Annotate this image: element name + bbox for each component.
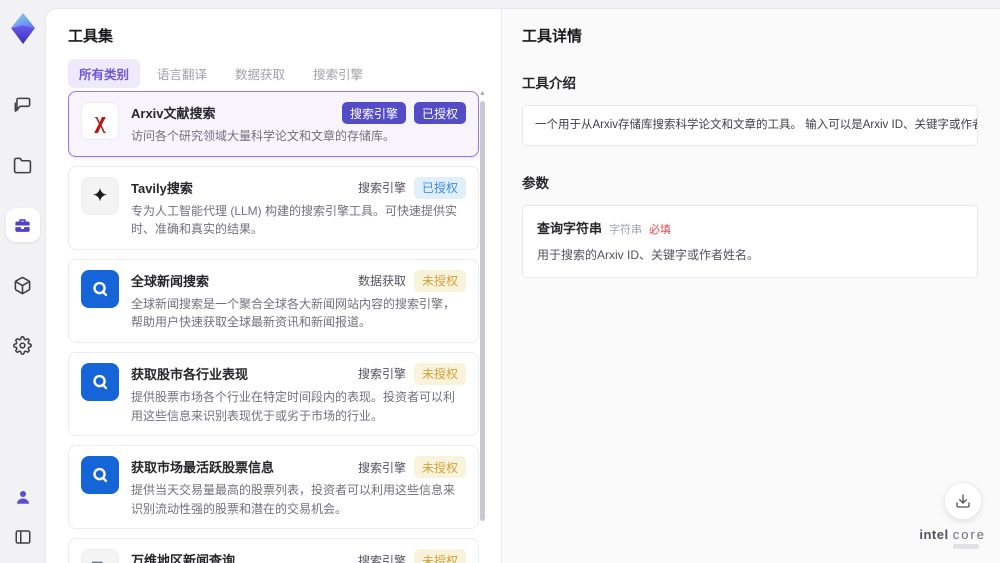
- param-name: 查询字符串: [537, 221, 603, 237]
- scrollbar-thumb[interactable]: [480, 101, 485, 521]
- tool-description: 提供股票市场各个行业在特定时间段内的表现。投资者可以利用这些信息来识别表现优于或…: [131, 389, 456, 423]
- chat-icon[interactable]: [6, 88, 40, 122]
- tab-all-categories[interactable]: 所有类别: [68, 59, 141, 88]
- tool-card-regional-news[interactable]: 万维地区新闻查询 查询具体行政区划内的新闻，快速了解各地新闻动态。 搜索引擎 未…: [68, 538, 479, 563]
- tool-card-arxiv[interactable]: χ Arxiv文献搜索 访问各个研究领域大量科学论文和文章的存储库。 搜索引擎 …: [68, 91, 479, 157]
- param-type: 字符串: [609, 224, 643, 237]
- tool-list-panel: 工具集 所有类别 语言翻译 数据获取 搜索引擎 χ Arxiv文献搜索 访问各个…: [46, 9, 501, 563]
- intel-core-logo: intel core: [919, 527, 986, 549]
- tavily-star-icon: ✦: [81, 176, 119, 215]
- download-icon: [956, 494, 970, 508]
- brand-sub-mark: [953, 544, 980, 549]
- tool-description: 全球新闻搜索是一个聚合全球各大新闻网站内容的搜索引擎，帮助用户快速获取全球最新资…: [131, 296, 456, 330]
- category-tabs: 所有类别 语言翻译 数据获取 搜索引擎: [68, 59, 374, 88]
- tool-description: 访问各个研究领域大量科学论文和文章的存储库。: [131, 129, 396, 143]
- intro-heading: 工具介绍: [522, 76, 576, 91]
- params-heading: 参数: [522, 176, 549, 192]
- app-logo-icon: [8, 12, 38, 46]
- tab-language-translation[interactable]: 语言翻译: [146, 59, 218, 88]
- user-avatar-icon[interactable]: [6, 485, 40, 509]
- category-badge: 搜索引擎: [341, 102, 406, 124]
- arxiv-icon: χ: [81, 102, 119, 140]
- panel-toggle-icon[interactable]: [6, 525, 40, 549]
- tool-card-global-news[interactable]: 全球新闻搜索 全球新闻搜索是一个聚合全球各大新闻网站内容的搜索引擎，帮助用户快速…: [68, 258, 479, 343]
- tool-intro-text: 一个用于从Arxiv存储库搜索科学论文和文章的工具。 输入可以是Arxiv ID…: [522, 105, 978, 147]
- status-badge: 未授权: [413, 269, 466, 292]
- tool-card-list: χ Arxiv文献搜索 访问各个研究领域大量科学论文和文章的存储库。 搜索引擎 …: [68, 91, 479, 563]
- brand-core-text: core: [952, 527, 986, 542]
- detail-title: 工具详情: [522, 28, 583, 45]
- settings-gear-icon[interactable]: [6, 328, 40, 362]
- download-button[interactable]: [944, 482, 982, 520]
- tool-detail-panel: 工具详情 工具介绍 一个用于从Arxiv存储库搜索科学论文和文章的工具。 输入可…: [501, 9, 1000, 563]
- status-badge: 已授权: [413, 102, 466, 124]
- tool-card-sector-performance[interactable]: 获取股市各行业表现 提供股票市场各个行业在特定时间段内的表现。投资者可以利用这些…: [68, 351, 479, 437]
- tab-search-engine[interactable]: 搜索引擎: [302, 59, 374, 88]
- main-content: 工具集 所有类别 语言翻译 数据获取 搜索引擎 χ Arxiv文献搜索 访问各个…: [45, 8, 1000, 563]
- list-scrollbar[interactable]: ▴: [479, 89, 486, 559]
- category-tag: 搜索引擎: [357, 460, 406, 475]
- param-required-badge: 必填: [649, 224, 672, 237]
- category-tag: 搜索引擎: [357, 553, 406, 563]
- status-badge: 未授权: [413, 362, 466, 385]
- status-badge: 已授权: [413, 176, 466, 199]
- category-tag: 数据获取: [357, 274, 406, 289]
- stock-search-icon: [81, 456, 119, 495]
- stock-search-icon: [81, 362, 119, 401]
- param-description: 用于搜索的Arxiv ID、关键字或作者姓名。: [537, 248, 760, 263]
- tool-card-most-active-stocks[interactable]: 获取市场最活跃股票信息 提供当天交易量最高的股票列表，投资者可以利用这些信息来识…: [68, 445, 479, 530]
- news-search-icon: [81, 269, 119, 308]
- building-news-icon: [81, 549, 119, 563]
- tool-description: 专为人工智能代理 (LLM) 构建的搜索引擎工具。可快速提供实时、准确和真实的结…: [131, 203, 458, 237]
- scroll-up-arrow[interactable]: ▴: [479, 89, 486, 97]
- toolbox-icon[interactable]: [5, 208, 40, 242]
- brand-intel-text: intel: [919, 527, 949, 542]
- tool-card-tavily[interactable]: ✦ Tavily搜索 专为人工智能代理 (LLM) 构建的搜索引擎工具。可快速提…: [68, 165, 479, 250]
- category-tag: 搜索引擎: [357, 367, 406, 382]
- app-sidebar: [0, 0, 45, 563]
- cube-icon[interactable]: [6, 268, 40, 302]
- tab-data-fetch[interactable]: 数据获取: [224, 59, 296, 88]
- category-tag: 搜索引擎: [357, 181, 406, 196]
- tool-description: 提供当天交易量最高的股票列表，投资者可以利用这些信息来识别流动性强的股票和潜在的…: [131, 483, 456, 516]
- parameter-item: 查询字符串 字符串 必填 用于搜索的Arxiv ID、关键字或作者姓名。: [522, 205, 978, 279]
- folder-icon[interactable]: [6, 148, 40, 182]
- status-badge: 未授权: [413, 549, 466, 563]
- status-badge: 未授权: [413, 456, 466, 479]
- page-title: 工具集: [68, 28, 114, 45]
